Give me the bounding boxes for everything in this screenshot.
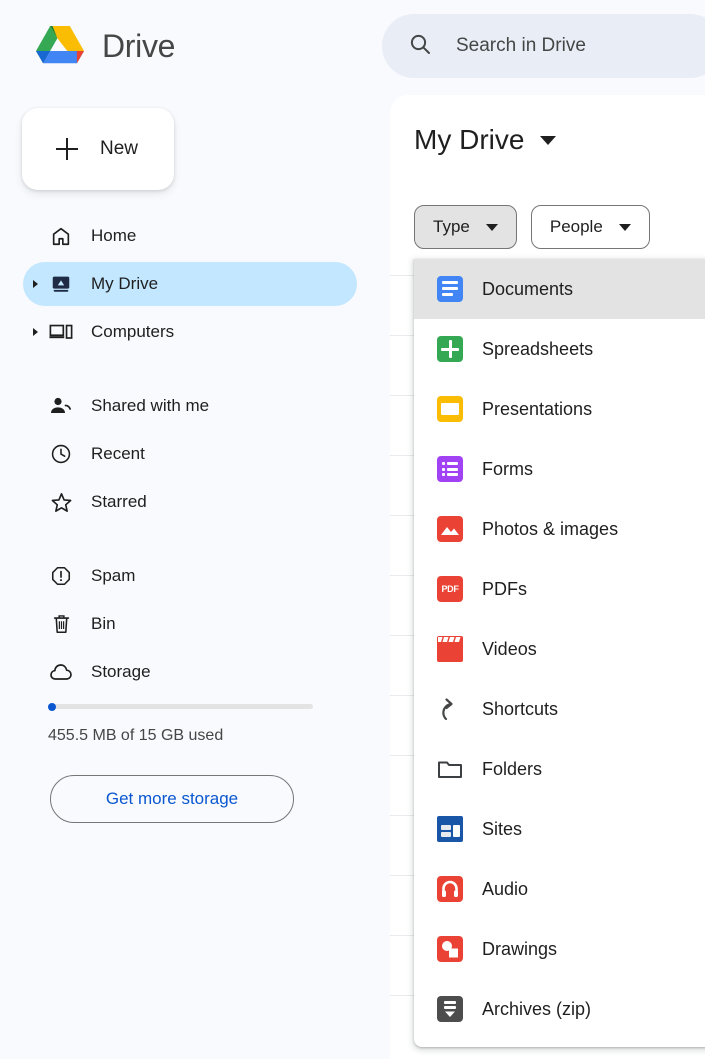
- storage-progress-bar: [48, 703, 313, 711]
- menu-item-audio[interactable]: Audio: [414, 859, 705, 919]
- spam-icon: [49, 564, 73, 588]
- menu-item-photos-images[interactable]: Photos & images: [414, 499, 705, 559]
- nav-divider-gap: [0, 528, 380, 554]
- filter-chip-label: People: [549, 217, 603, 236]
- sidebar-item-label: Home: [91, 226, 137, 245]
- drive-app: Drive New Home My Drive Computers Shared…: [0, 0, 705, 1059]
- sidebar-item-starred[interactable]: Starred: [23, 480, 357, 524]
- new-button[interactable]: New: [22, 108, 174, 190]
- slides-icon: [436, 395, 464, 423]
- menu-item-label: Folders: [482, 758, 543, 779]
- image-icon: [436, 515, 464, 543]
- sidebar-item-my-drive[interactable]: My Drive: [23, 262, 357, 306]
- brand-name: Drive: [102, 27, 176, 64]
- drawings-icon: [436, 935, 464, 963]
- sidebar-item-shared-with-me[interactable]: Shared with me: [23, 384, 357, 428]
- caret-down-icon: [618, 223, 631, 231]
- menu-item-label: Sites: [482, 818, 523, 839]
- sidebar-item-label: Computers: [91, 322, 175, 341]
- menu-item-folders[interactable]: Folders: [414, 739, 705, 799]
- menu-item-spreadsheets[interactable]: Spreadsheets: [414, 319, 705, 379]
- sites-icon: [436, 815, 464, 843]
- sidebar-item-label: Shared with me: [91, 396, 210, 415]
- menu-item-label: Archives (zip): [482, 998, 592, 1019]
- sidebar: Drive New Home My Drive Computers Shared…: [0, 0, 380, 1059]
- menu-item-label: Audio: [482, 878, 529, 899]
- folder-icon: [436, 755, 464, 783]
- trash-icon: [49, 612, 73, 636]
- menu-item-forms[interactable]: Forms: [414, 439, 705, 499]
- menu-item-documents[interactable]: Documents: [414, 259, 705, 319]
- sidebar-item-label: Recent: [91, 444, 145, 463]
- video-icon: [436, 635, 464, 663]
- plus-icon: [56, 138, 78, 160]
- sidebar-item-computers[interactable]: Computers: [23, 310, 357, 354]
- sidebar-item-label: My Drive: [91, 274, 159, 293]
- audio-icon: [436, 875, 464, 903]
- sidebar-item-label: Starred: [91, 492, 147, 511]
- expand-twisty-icon[interactable]: [33, 280, 38, 288]
- drive-logo-icon: [36, 26, 84, 64]
- sidebar-item-label: Bin: [91, 614, 116, 633]
- page-title[interactable]: My Drive: [414, 124, 557, 156]
- get-more-storage-button[interactable]: Get more storage: [50, 775, 294, 823]
- sidebar-item-spam[interactable]: Spam: [23, 554, 357, 598]
- menu-item-label: Videos: [482, 638, 537, 659]
- forms-icon: [436, 455, 464, 483]
- caret-down-icon[interactable]: [540, 135, 557, 145]
- menu-item-sites[interactable]: Sites: [414, 799, 705, 859]
- computer-icon: [49, 320, 73, 344]
- search-placeholder: Search in Drive: [456, 35, 586, 56]
- menu-item-label: Forms: [482, 458, 533, 479]
- filter-chip-people[interactable]: People: [530, 205, 650, 249]
- sheets-icon: [436, 335, 464, 363]
- pdf-icon: PDF: [436, 575, 464, 603]
- menu-item-label: PDFs: [482, 578, 527, 599]
- menu-item-archives-zip[interactable]: Archives (zip): [414, 979, 705, 1039]
- sidebar-item-storage[interactable]: Storage: [23, 650, 357, 694]
- sidebar-nav: Home My Drive Computers Shared with me R…: [0, 214, 380, 698]
- menu-item-label: Spreadsheets: [482, 338, 594, 359]
- search-icon: [408, 32, 432, 61]
- menu-item-label: Presentations: [482, 398, 593, 419]
- new-button-label: New: [100, 138, 139, 159]
- storage-progress-fill: [48, 703, 56, 711]
- menu-item-label: Shortcuts: [482, 698, 559, 719]
- sidebar-item-bin[interactable]: Bin: [23, 602, 357, 646]
- cloud-icon: [49, 660, 73, 684]
- brand: Drive: [32, 22, 175, 70]
- page-title-text: My Drive: [414, 124, 525, 155]
- caret-down-icon: [485, 223, 498, 231]
- menu-item-label: Documents: [482, 278, 574, 299]
- sidebar-item-label: Spam: [91, 566, 136, 585]
- sidebar-item-recent[interactable]: Recent: [23, 432, 357, 476]
- archive-icon: [436, 995, 464, 1023]
- star-icon: [49, 490, 73, 514]
- menu-item-drawings[interactable]: Drawings: [414, 919, 705, 979]
- storage-progress-track: [48, 704, 313, 709]
- filter-chips: Type People: [414, 205, 650, 249]
- nav-divider-gap: [0, 358, 380, 384]
- home-icon: [49, 224, 73, 248]
- filter-chip-type[interactable]: Type: [414, 205, 517, 249]
- shortcut-icon: [436, 695, 464, 723]
- search-input[interactable]: Search in Drive: [382, 14, 705, 78]
- menu-item-pdfs[interactable]: PDF PDFs: [414, 559, 705, 619]
- menu-item-shortcuts[interactable]: Shortcuts: [414, 679, 705, 739]
- type-filter-menu: Documents Spreadsheets Presentations For…: [414, 259, 705, 1047]
- menu-item-presentations[interactable]: Presentations: [414, 379, 705, 439]
- sidebar-item-label: Storage: [91, 662, 151, 681]
- menu-item-label: Drawings: [482, 938, 558, 959]
- my-drive-icon: [49, 272, 73, 296]
- sidebar-item-home[interactable]: Home: [23, 214, 357, 258]
- menu-item-label: Photos & images: [482, 518, 619, 539]
- clock-icon: [49, 442, 73, 466]
- storage-usage-text: 455.5 MB of 15 GB used: [48, 727, 224, 744]
- filter-chip-label: Type: [433, 217, 470, 236]
- people-icon: [49, 394, 73, 418]
- expand-twisty-icon[interactable]: [33, 328, 38, 336]
- menu-item-videos[interactable]: Videos: [414, 619, 705, 679]
- docs-icon: [436, 275, 464, 303]
